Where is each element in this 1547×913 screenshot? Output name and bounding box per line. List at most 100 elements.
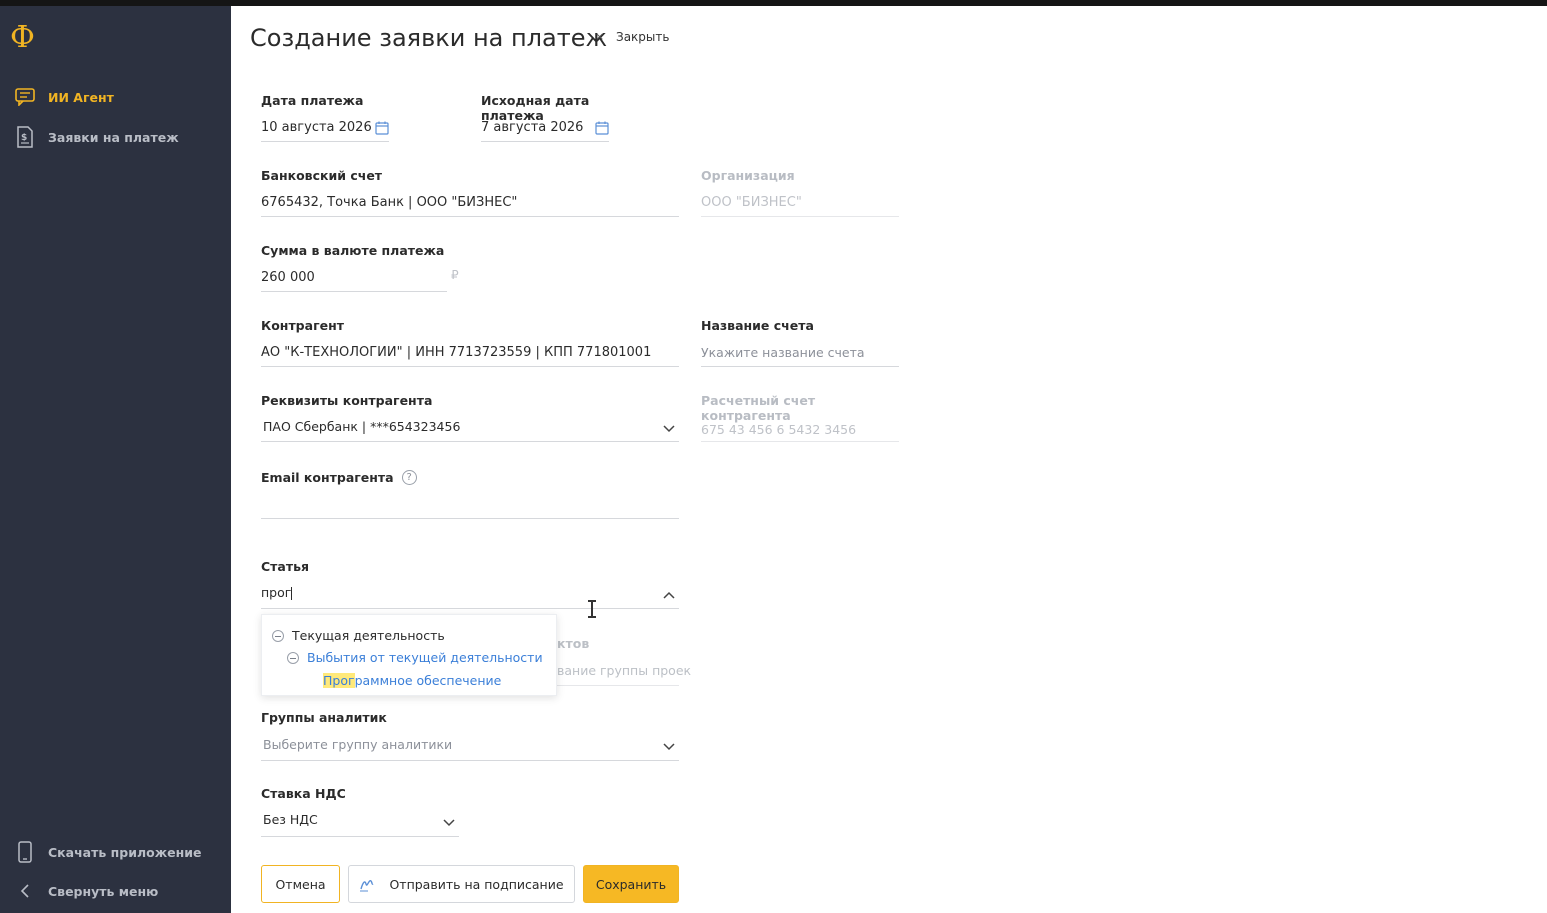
original-date-field[interactable]: Исходная дата платежа 7 августа 2026 — [481, 93, 641, 143]
signature-icon — [360, 880, 374, 892]
underline — [701, 216, 899, 217]
invoice-name-field[interactable]: Название счета Укажите название счета — [701, 318, 899, 368]
invoice-name-label: Название счета — [701, 318, 814, 333]
amount-field[interactable]: Сумма в валюте платежа 260 000 ₽ — [261, 243, 491, 293]
email-label: Email контрагента — [261, 469, 394, 485]
underline — [261, 760, 679, 761]
chevron-down-icon[interactable] — [662, 424, 676, 434]
underline — [701, 366, 899, 367]
sidebar-item-label: Свернуть меню — [48, 883, 159, 899]
sidebar-item-label: Заявки на платеж — [48, 129, 179, 145]
payment-date-label: Дата платежа — [261, 93, 364, 108]
organization-field: Организация ООО "БИЗНЕС" — [701, 168, 899, 218]
counterparty-account-label: Расчетный счет контрагента — [701, 393, 816, 423]
collapse-icon[interactable] — [272, 629, 284, 642]
bank-account-field[interactable]: Банковский счет 6765432, Точка Банк | ОО… — [261, 168, 679, 218]
amount-label: Сумма в валюте платежа — [261, 243, 445, 258]
payment-date-field[interactable]: Дата платежа 10 августа 2026 — [261, 93, 391, 143]
svg-text:$: $ — [21, 133, 27, 143]
sidebar-item-download-app[interactable]: Скачать приложение — [14, 841, 202, 863]
close-link[interactable]: Закрыть — [616, 30, 669, 44]
counterparty-value[interactable]: АО "К-ТЕХНОЛОГИИ" | ИНН 7713723559 | КПП… — [261, 345, 651, 360]
invoice-name-input[interactable]: Укажите название счета — [701, 345, 865, 360]
send-for-signature-button[interactable]: Отправить на подписание — [348, 865, 575, 903]
collapse-icon[interactable] — [287, 651, 299, 664]
option-rest: раммное обеспечение — [354, 673, 502, 688]
document-dollar-icon: $ — [14, 126, 36, 148]
cancel-button[interactable]: Отмена — [261, 865, 340, 903]
text-caret — [291, 587, 293, 600]
text-cursor-icon — [588, 600, 596, 618]
chevron-down-icon[interactable] — [662, 742, 676, 752]
match-highlight: Прог — [323, 673, 355, 688]
dropdown-option-software[interactable]: Прог раммное обеспечение — [323, 673, 501, 688]
underline — [701, 441, 899, 442]
article-input[interactable]: прог — [261, 585, 293, 600]
vat-rate-field[interactable]: Ставка НДС Без НДС — [261, 786, 461, 838]
sidebar-item-label: ИИ Агент — [48, 89, 114, 105]
chevron-left-icon — [14, 880, 36, 902]
underline — [261, 518, 679, 519]
original-date-label: Исходная дата платежа — [481, 93, 590, 123]
chevron-down-icon[interactable] — [442, 818, 456, 828]
bank-account-value[interactable]: 6765432, Точка Банк | ООО "БИЗНЕС" — [261, 195, 517, 210]
underline — [261, 216, 679, 217]
vat-rate-select[interactable]: Без НДС — [263, 812, 318, 827]
article-input-text: прог — [261, 585, 292, 600]
article-dropdown: Текущая деятельность Выбытия от текущей … — [261, 614, 557, 696]
counterparty-account-field: Расчетный счет контрагента 675 43 456 6 … — [701, 393, 899, 443]
sidebar-item-ai-agent[interactable]: ИИ Агент — [14, 86, 114, 108]
counterparty-label: Контрагент — [261, 318, 344, 333]
article-field[interactable]: Статья прог — [261, 559, 679, 611]
app-logo[interactable]: Ф — [10, 22, 42, 54]
help-icon[interactable]: ? — [401, 469, 417, 485]
counterparty-account-value: 675 43 456 6 5432 3456 — [701, 422, 857, 437]
counterparty-details-field[interactable]: Реквизиты контрагента ПАО Сбербанк | ***… — [261, 393, 679, 443]
sidebar-item-collapse-menu[interactable]: Свернуть меню — [14, 880, 158, 902]
phone-icon — [14, 841, 36, 863]
underline — [481, 141, 609, 142]
page-title: Создание заявки на платеж — [250, 24, 608, 52]
hidden-field-label-fragment: ктов — [557, 636, 590, 651]
email-field[interactable]: Email контрагента ? — [261, 468, 679, 520]
underline — [261, 441, 679, 442]
underline — [557, 685, 679, 686]
underline — [261, 141, 389, 142]
dropdown-group-current-activity[interactable]: Текущая деятельность — [272, 628, 445, 643]
calendar-icon[interactable] — [595, 121, 609, 135]
send-for-signature-label: Отправить на подписание — [389, 876, 564, 892]
save-button[interactable]: Сохранить — [583, 865, 679, 903]
chevron-up-icon[interactable] — [662, 590, 676, 600]
payment-date-value[interactable]: 10 августа 2026 — [261, 120, 372, 135]
email-label-row: Email контрагента ? — [261, 468, 679, 486]
original-date-value[interactable]: 7 августа 2026 — [481, 120, 583, 135]
dropdown-group-label: Текущая деятельность — [292, 628, 445, 643]
analytics-groups-field[interactable]: Группы аналитик Выберите группу аналитик… — [261, 710, 679, 762]
organization-value: ООО "БИЗНЕС" — [701, 195, 802, 210]
counterparty-field[interactable]: Контрагент АО "К-ТЕХНОЛОГИИ" | ИНН 77137… — [261, 318, 679, 368]
sidebar: Ф ИИ Агент $ Заявки на платеж Скачать пр… — [0, 6, 231, 913]
counterparty-details-value[interactable]: ПАО Сбербанк | ***654323456 — [263, 419, 460, 434]
underline — [261, 608, 679, 609]
analytics-groups-label: Группы аналитик — [261, 710, 387, 725]
dropdown-subgroup-label: Выбытия от текущей деятельности — [307, 650, 543, 665]
sidebar-item-label: Скачать приложение — [48, 844, 202, 860]
calendar-icon[interactable] — [375, 121, 389, 135]
currency-symbol: ₽ — [451, 268, 459, 282]
article-label: Статья — [261, 559, 310, 574]
chat-icon — [14, 86, 36, 108]
sidebar-item-payment-requests[interactable]: $ Заявки на платеж — [14, 126, 179, 148]
counterparty-details-label: Реквизиты контрагента — [261, 393, 433, 408]
underline — [261, 836, 459, 837]
amount-value[interactable]: 260 000 — [261, 270, 315, 285]
bank-account-label: Банковский счет — [261, 168, 383, 183]
underline — [261, 291, 447, 292]
underline — [261, 366, 679, 367]
dropdown-subgroup-outflows[interactable]: Выбытия от текущей деятельности — [287, 650, 543, 665]
organization-label: Организация — [701, 168, 795, 183]
vat-rate-label: Ставка НДС — [261, 786, 346, 801]
close-x-icon[interactable]: × — [595, 30, 604, 43]
main-content: Создание заявки на платеж × Закрыть Дата… — [231, 6, 1547, 913]
analytics-groups-select[interactable]: Выберите группу аналитики — [263, 737, 452, 752]
hidden-field-placeholder-fragment: вание группы проек — [557, 663, 692, 678]
